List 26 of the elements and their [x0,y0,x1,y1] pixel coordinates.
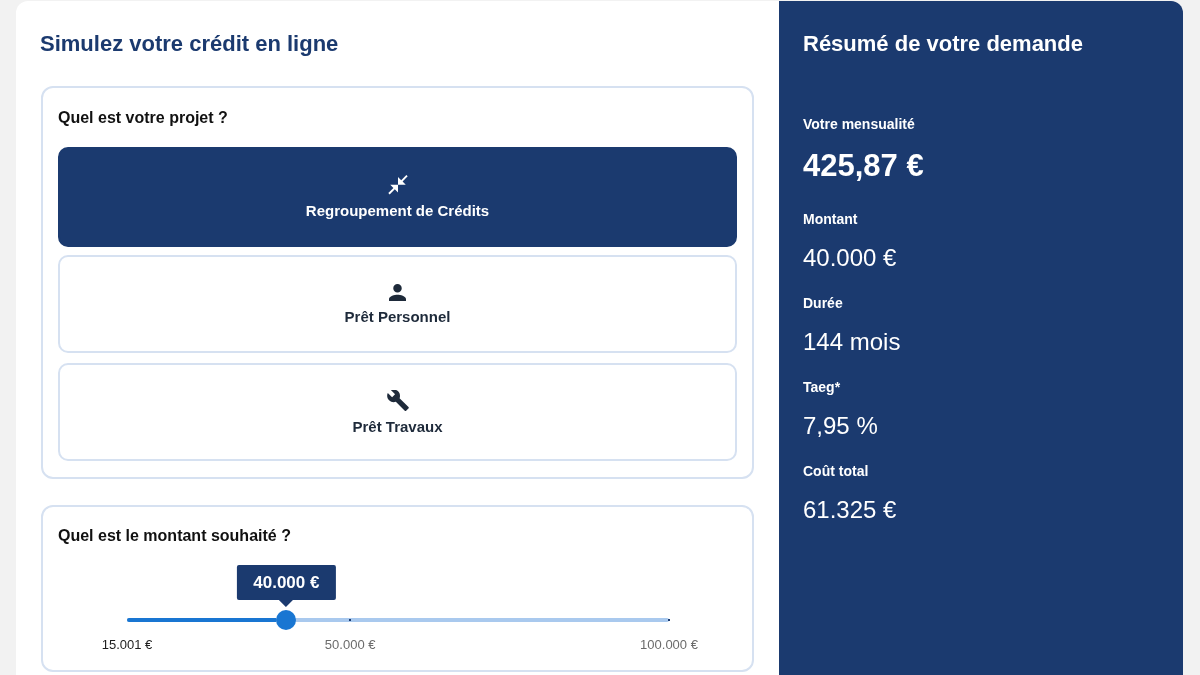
question-label: Quel est votre projet ? [58,108,228,128]
project-option-button[interactable]: Regroupement de Crédits [58,147,737,247]
summary-label: Durée [803,294,843,313]
slider-mark-label: 15.001 € [101,637,153,653]
summary-label: Votre mensualité [803,115,915,134]
summary-value: 40.000 € [803,243,897,273]
slider-mark-label: 50.000 € [324,637,376,653]
slider-track[interactable] [127,618,669,622]
slider-thumb[interactable] [276,610,297,630]
person-icon [389,283,406,301]
slider-mark-label: 100.000 € [640,637,698,653]
summary-label: Coût total [803,462,869,481]
value-tooltip: 40.000 € [237,565,336,607]
summary-title: Résumé de votre demande [803,30,1083,58]
wrench-icon [386,389,409,411]
page-title: Simulez votre crédit en ligne [40,30,339,58]
monthly-payment-value: 425,87 € [803,148,924,184]
summary-label: Taeg* [803,378,841,397]
project-option-button[interactable]: Prêt Travaux [58,363,737,461]
summary-value: 7,95 % [803,411,878,441]
summary-value: 61.325 € [803,495,897,525]
project-option-button[interactable]: Prêt Personnel [58,255,737,353]
question-label: Quel est le montant souhaité ? [58,526,291,546]
summary-label: Montant [803,210,858,229]
arrows-inward-icon [387,175,408,195]
summary-value: 144 mois [803,327,901,357]
